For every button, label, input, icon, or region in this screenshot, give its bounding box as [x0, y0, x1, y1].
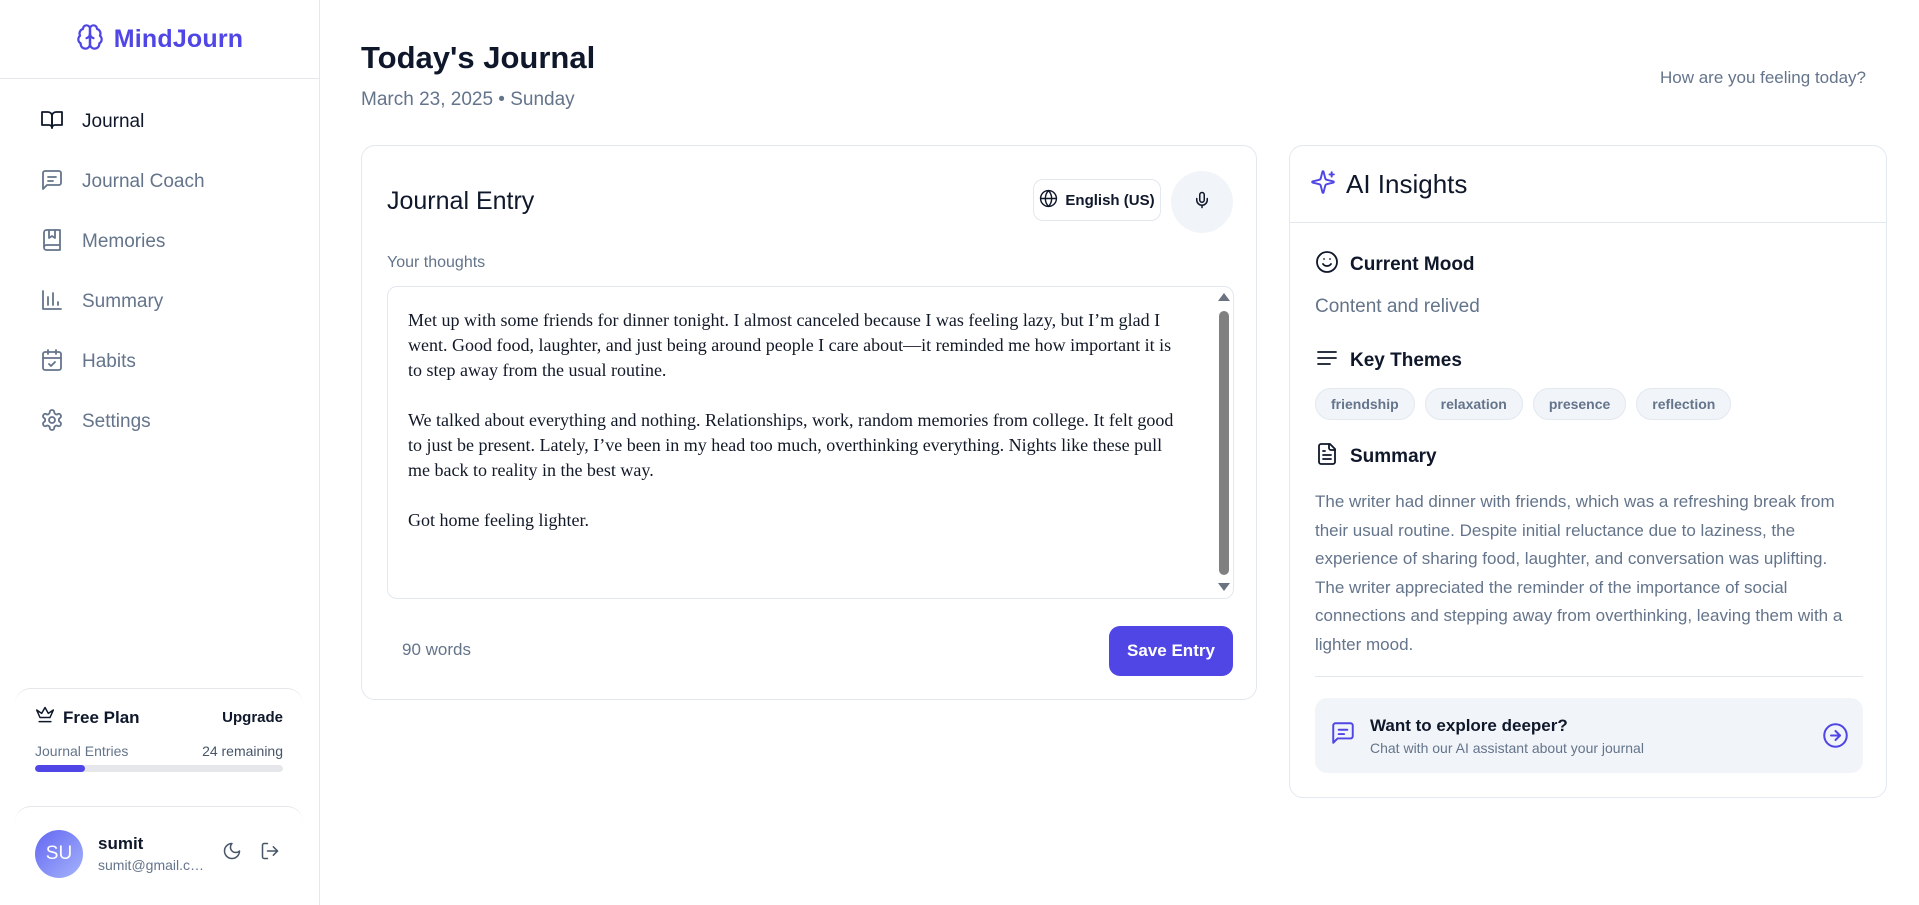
theme-tag[interactable]: relaxation	[1424, 388, 1523, 420]
remaining-count: 24 remaining	[202, 743, 283, 759]
brain-icon	[76, 23, 104, 56]
word-count: 90 words	[402, 640, 471, 659]
message-square-icon	[40, 168, 64, 197]
sidebar-item-settings[interactable]: Settings	[0, 392, 319, 452]
sidebar-item-journal[interactable]: Journal	[0, 92, 319, 152]
globe-icon	[1039, 189, 1058, 212]
microphone-button[interactable]	[1171, 171, 1233, 233]
sidebar-item-label: Summary	[82, 291, 164, 312]
explore-deeper-card[interactable]: Want to explore deeper? Chat with our AI…	[1315, 698, 1863, 773]
sidebar-item-label: Memories	[82, 231, 166, 252]
usage-progress-bar	[35, 765, 283, 772]
sparkles-icon	[1310, 169, 1336, 200]
sidebar-item-memories[interactable]: Memories	[0, 212, 319, 272]
divider	[1315, 676, 1863, 677]
sidebar-item-summary[interactable]: Summary	[0, 272, 319, 332]
upgrade-button[interactable]: Upgrade	[222, 709, 283, 726]
mood-section: Current Mood Content and relived	[1315, 250, 1480, 318]
plan-card: Free Plan Upgrade Journal Entries 24 rem…	[15, 688, 303, 799]
page-date: March 23, 2025 • Sunday	[361, 89, 575, 110]
thoughts-label: Your thoughts	[387, 254, 486, 271]
scroll-thumb[interactable]	[1219, 311, 1229, 575]
journal-entries-label: Journal Entries	[35, 743, 129, 759]
page-title: Today's Journal	[361, 40, 596, 75]
mood-value: Content and relived	[1315, 296, 1480, 317]
scroll-up-arrow[interactable]	[1218, 293, 1230, 301]
brand-name: MindJourn	[113, 24, 244, 53]
book-open-icon	[40, 108, 64, 137]
scroll-down-arrow[interactable]	[1218, 583, 1230, 591]
theme-tag[interactable]: presence	[1532, 388, 1627, 420]
mood-heading: Current Mood	[1350, 254, 1475, 275]
user-panel: SU sumit sumit@gmail.com	[15, 806, 303, 900]
plan-title: Free Plan	[35, 705, 140, 730]
avatar[interactable]: SU	[35, 829, 83, 878]
theme-tag[interactable]: reflection	[1636, 388, 1732, 420]
entry-paragraph: Met up with some friends for dinner toni…	[408, 310, 1172, 380]
language-selector[interactable]: English (US)	[1033, 179, 1161, 221]
sidebar: MindJourn Journal Journal Coach Memories…	[0, 0, 320, 905]
plan-name: Free Plan	[63, 707, 140, 727]
save-entry-button[interactable]: Save Entry	[1109, 626, 1233, 676]
arrow-right-circle-icon[interactable]	[1822, 722, 1849, 749]
journal-textarea[interactable]: Met up with some friends for dinner toni…	[387, 286, 1234, 599]
entry-paragraph: We talked about everything and nothing. …	[408, 410, 1174, 480]
crown-icon	[35, 705, 55, 730]
summary-section: Summary The writer had dinner with frien…	[1315, 442, 1858, 660]
explore-title: Want to explore deeper?	[1370, 715, 1568, 735]
journal-entry-card: Journal Entry English (US) Your thoughts…	[361, 145, 1257, 700]
user-name: sumit	[98, 834, 144, 853]
sidebar-item-label: Settings	[82, 411, 151, 432]
smile-icon	[1315, 250, 1339, 280]
theme-tag[interactable]: friendship	[1315, 388, 1415, 420]
sidebar-item-label: Journal	[82, 111, 145, 132]
entry-paragraph: Got home feeling lighter.	[408, 510, 589, 530]
entry-title: Journal Entry	[387, 187, 535, 215]
summary-text: The writer had dinner with friends, whic…	[1315, 492, 1843, 654]
explore-subtitle: Chat with our AI assistant about your jo…	[1370, 739, 1644, 756]
usage-progress-fill	[35, 765, 85, 772]
chat-icon	[1330, 720, 1356, 751]
microphone-icon	[1193, 191, 1211, 214]
menu-lines-icon	[1315, 346, 1339, 376]
feeling-prompt[interactable]: How are you feeling today?	[1660, 68, 1866, 88]
brand[interactable]: MindJourn	[0, 0, 319, 79]
sidebar-item-label: Habits	[82, 351, 136, 372]
gear-icon	[40, 408, 64, 437]
language-label: English (US)	[1065, 191, 1155, 209]
document-icon	[1315, 442, 1339, 472]
sidebar-nav: Journal Journal Coach Memories Summary H…	[0, 79, 319, 452]
sidebar-item-habits[interactable]: Habits	[0, 332, 319, 392]
ai-insights-title: AI Insights	[1346, 168, 1468, 199]
sidebar-item-journal-coach[interactable]: Journal Coach	[0, 152, 319, 212]
logout-icon[interactable]	[260, 841, 280, 866]
moon-icon[interactable]	[222, 841, 242, 866]
calendar-check-icon	[40, 348, 64, 377]
sidebar-item-label: Journal Coach	[82, 171, 205, 192]
themes-section: Key Themes friendship relaxation presenc…	[1315, 346, 1732, 420]
summary-heading: Summary	[1350, 446, 1437, 467]
bookmark-book-icon	[40, 228, 64, 257]
user-email: sumit@gmail.com	[98, 857, 208, 873]
themes-heading: Key Themes	[1350, 350, 1462, 371]
ai-insights-card: AI Insights Current Mood Content and rel…	[1289, 145, 1887, 798]
textarea-scrollbar[interactable]	[1215, 287, 1232, 598]
bar-chart-icon	[40, 288, 64, 317]
